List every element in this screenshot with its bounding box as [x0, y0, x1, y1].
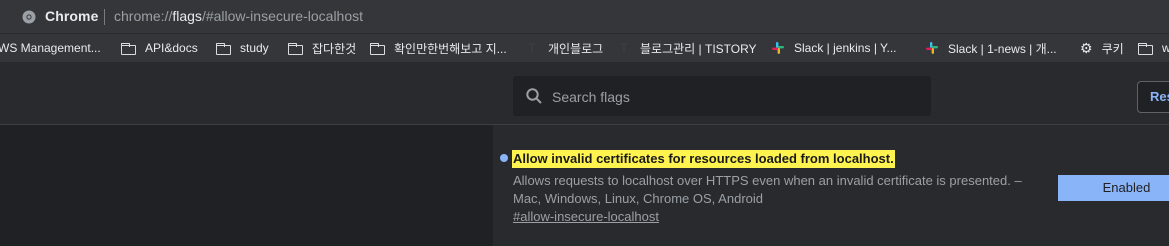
bookmark-item[interactable]: 잡다한것 — [288, 40, 356, 56]
chrome-label: Chrome — [45, 8, 99, 24]
flag-permalink[interactable]: #allow-insecure-localhost — [513, 209, 659, 224]
omnibox[interactable]: Chrome chrome://flags/#allow-insecure-lo… — [0, 0, 1169, 34]
folder-icon — [370, 42, 385, 55]
bookmark-item[interactable]: T 개인블로그 — [525, 40, 603, 56]
bookmark-item[interactable]: ⚙ 쿠키 — [1080, 40, 1124, 56]
chrome-icon — [22, 10, 36, 24]
folder-icon — [288, 42, 303, 55]
bookmark-label: Slack | jenkins | Y... — [794, 41, 897, 55]
bookmarks-bar: WS Management... API&docs study 잡다한것 확인만… — [0, 34, 1169, 62]
bookmark-label: API&docs — [145, 41, 198, 55]
bookmark-label: 개인블로그 — [548, 41, 604, 56]
url-prefix: chrome:// — [114, 8, 173, 24]
search-input[interactable] — [550, 76, 924, 118]
url-host: flags — [172, 8, 202, 24]
tistory-icon: T — [620, 40, 628, 55]
reset-all-button[interactable]: Res — [1137, 81, 1169, 113]
tistory-icon: T — [528, 40, 536, 55]
search-icon — [526, 88, 542, 104]
flag-description: Allows requests to localhost over HTTPS … — [513, 173, 1022, 206]
bookmark-item[interactable]: WS Management... — [0, 40, 101, 56]
bookmark-item[interactable]: study — [216, 40, 269, 56]
bookmark-label: 잡다한것 — [312, 41, 357, 56]
bookmark-label: 쿠키 — [1101, 41, 1124, 56]
flag-state-select[interactable]: Enabled — [1058, 175, 1169, 201]
bookmark-label: study — [240, 41, 269, 55]
bookmark-label: Slack | 1-news | 개... — [948, 41, 1057, 56]
bookmark-item[interactable]: Slack | 1-news | 개... — [925, 40, 1057, 56]
bookmark-label: 블로그관리 | TISTORY — [640, 41, 757, 56]
gear-icon: ⚙ — [1080, 39, 1093, 56]
bookmark-item[interactable]: w — [1138, 40, 1169, 56]
search-box[interactable] — [513, 76, 931, 118]
modified-indicator — [500, 154, 508, 162]
bookmark-item[interactable]: T 블로그관리 | TISTORY — [617, 40, 757, 56]
url-text[interactable]: chrome://flags/#allow-insecure-localhost — [114, 8, 363, 24]
bookmark-label: WS Management... — [0, 41, 101, 55]
omnibox-divider — [104, 9, 105, 25]
bookmark-item[interactable]: Slack | jenkins | Y... — [771, 40, 897, 56]
flags-header: Res — [0, 62, 1169, 125]
folder-icon — [216, 42, 231, 55]
slack-icon — [926, 42, 938, 54]
bookmark-label: 확인만한번해보고 지... — [394, 41, 507, 56]
folder-icon — [1138, 42, 1153, 55]
folder-icon — [121, 42, 136, 55]
slack-icon — [772, 42, 784, 54]
bookmark-label: w — [1162, 41, 1169, 55]
bookmark-item[interactable]: 확인만한번해보고 지... — [370, 40, 507, 56]
bookmark-item[interactable]: API&docs — [121, 40, 198, 56]
flag-title: Allow invalid certificates for resources… — [512, 150, 895, 168]
content-gutter — [0, 125, 493, 246]
url-rest: /#allow-insecure-localhost — [201, 8, 364, 24]
